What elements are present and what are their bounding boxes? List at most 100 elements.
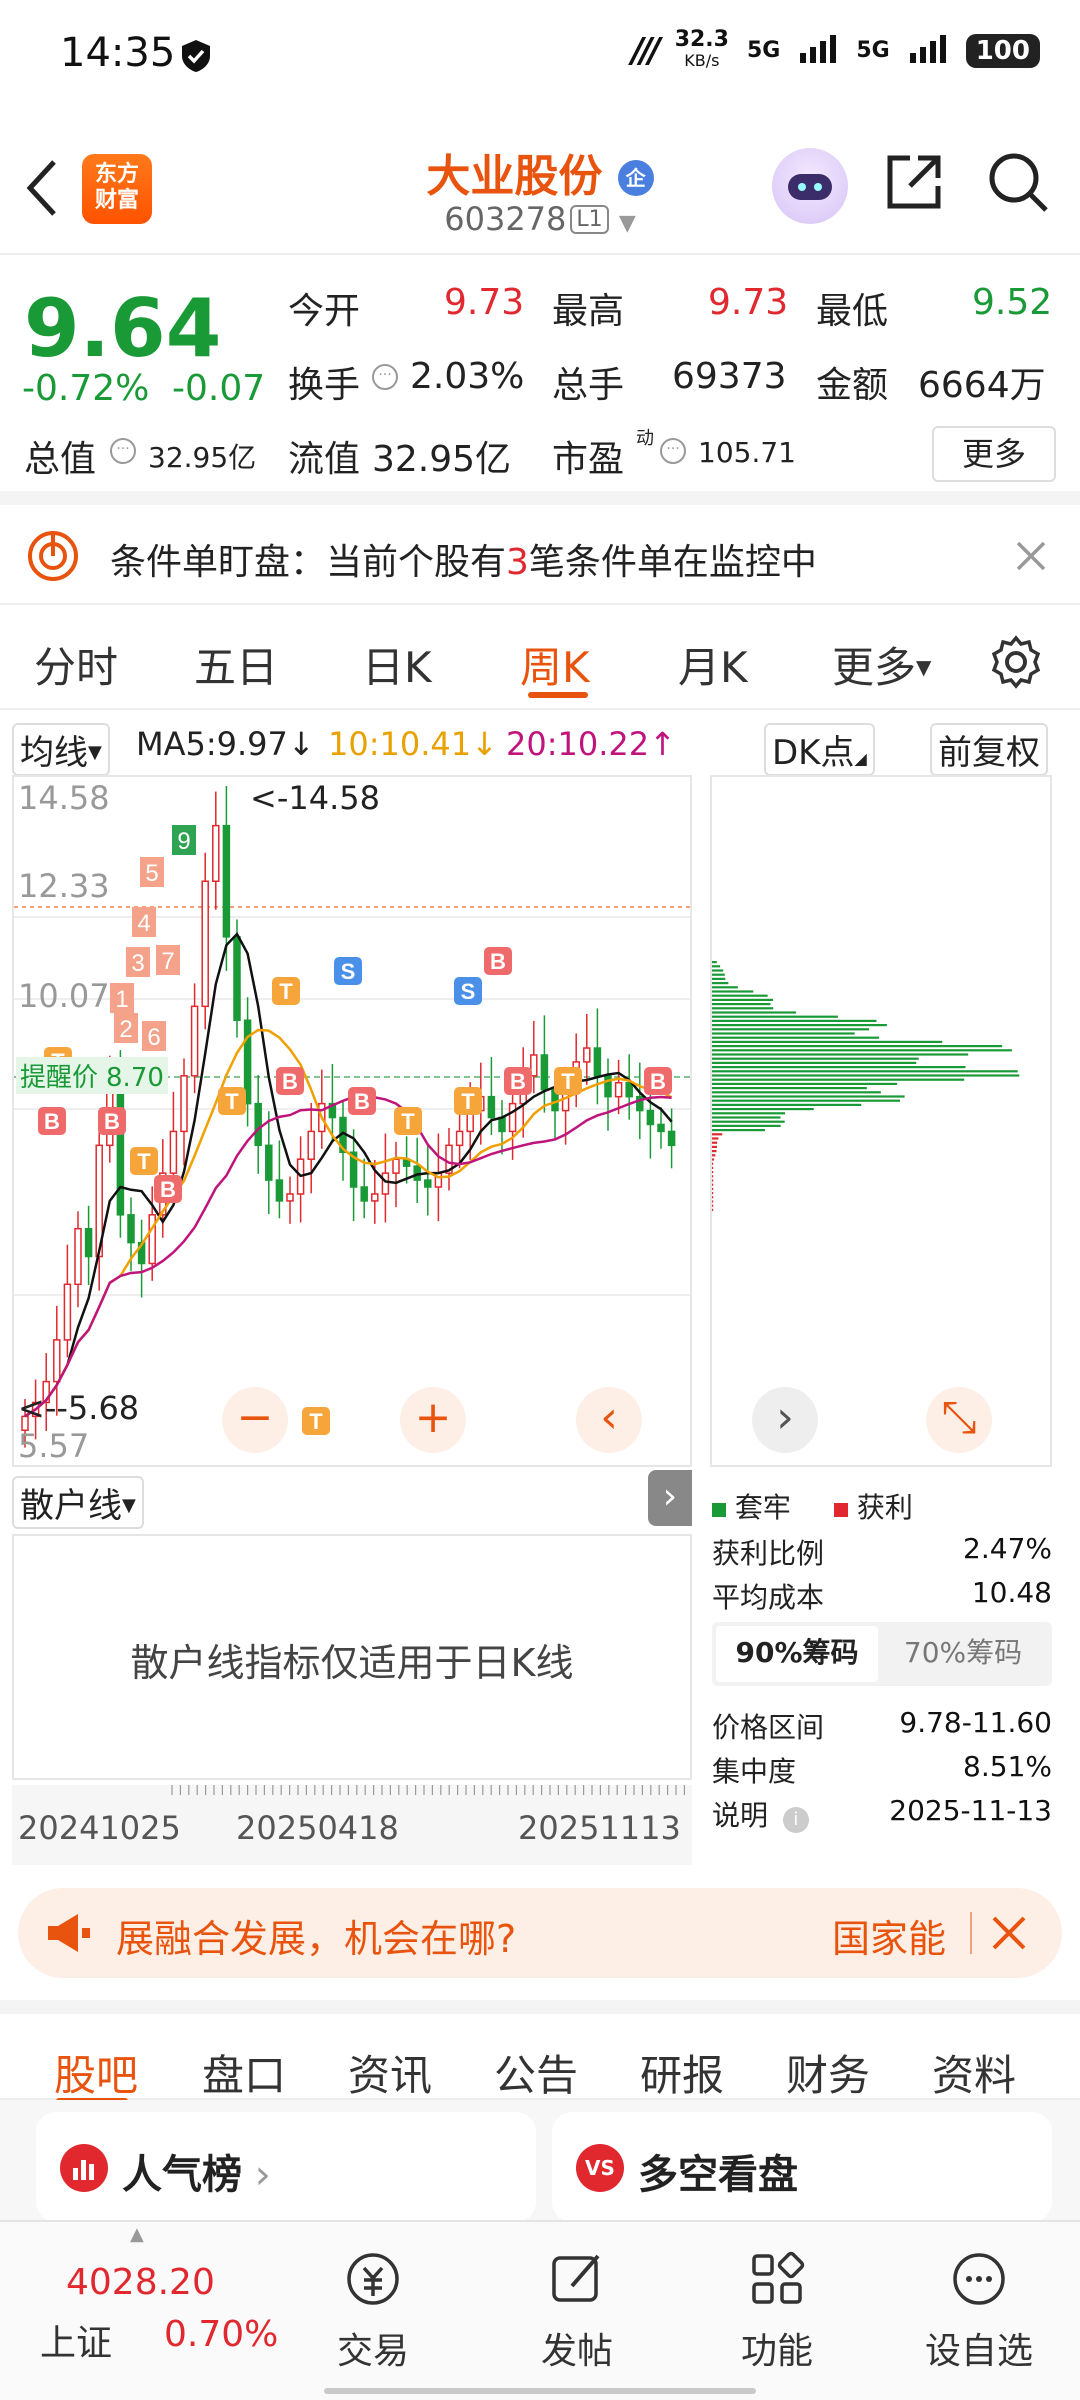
index-value[interactable]: 4028.20 (66, 2262, 215, 2303)
stock-code-text: 603278 (444, 200, 567, 238)
tab-profile[interactable]: 资料 (932, 2042, 1016, 2103)
tab-daily-k[interactable]: 日K (362, 634, 432, 695)
tab-70-chips[interactable]: 70%筹码 (882, 1626, 1044, 1682)
candle-body (667, 1130, 676, 1147)
info-dots-icon[interactable]: ··· (110, 438, 136, 464)
kline-chart[interactable]: BBBTTTTBTSBTTSBTBB95437126 14.58 12.33 1… (12, 775, 692, 1467)
tab-pankou[interactable]: 盘口 (202, 2042, 286, 2103)
expand-right-icon[interactable]: › (648, 1470, 692, 1526)
candle-body (222, 824, 231, 938)
zoom-in-button[interactable]: + (400, 1387, 466, 1453)
home-indicator[interactable] (324, 2388, 756, 2394)
legend-profit: 获利 (834, 1486, 913, 1526)
tab-news[interactable]: 资讯 (348, 2042, 432, 2103)
gear-icon[interactable] (988, 634, 1044, 694)
tab-weekly-k[interactable]: 周K (520, 634, 590, 695)
chip-bar (712, 1171, 714, 1174)
condition-order-bar[interactable]: 条件单盯盘：当前个股有3笔条件单在监控中 (0, 505, 1080, 605)
info-dots-icon[interactable]: ··· (372, 364, 398, 390)
candle-body (265, 1144, 273, 1181)
arrow-down-icon: ↓ (287, 725, 315, 763)
nav-trade[interactable]: 交易 (298, 2248, 448, 2374)
tab-finance[interactable]: 财务 (786, 2042, 870, 2103)
tab-monthly-k[interactable]: 月K (678, 634, 748, 695)
collapse-up-icon[interactable]: ▲ (130, 2224, 144, 2245)
feature-cards: 人气榜 › VS 多空看盘 (0, 2100, 1080, 2222)
chip-bar (712, 1011, 797, 1014)
tab-intraday[interactable]: 分时 (34, 634, 118, 695)
chip-bar (712, 982, 729, 985)
indicator-row: 均线▼ MA5:9.97↓ 10:10.41↓ 20:10.22↑ DK点◢ 前… (0, 715, 1080, 776)
count-marker-label: 3 (131, 950, 144, 977)
turnover-value: 2.03% (410, 356, 525, 397)
popularity-card[interactable]: 人气榜 › (36, 2112, 536, 2222)
signal-tag-label: B (160, 1177, 176, 1202)
ma10-value: 10:10.41↓ (328, 725, 498, 763)
index-change[interactable]: 0.70% (164, 2314, 278, 2355)
promo-banner[interactable]: 展融合发展，机会在哪? 国家能 (18, 1888, 1062, 1978)
mcap-label: 总值 (24, 439, 97, 480)
scroll-right-button[interactable]: › (752, 1387, 818, 1453)
info-icon[interactable]: i (782, 1807, 809, 1833)
last-price: 9.64 (24, 282, 222, 375)
nav-add-watchlist[interactable]: 设自选 (904, 2248, 1054, 2374)
tab-five-day[interactable]: 五日 (194, 634, 278, 695)
tab-90-chips[interactable]: 90%筹码 (716, 1626, 878, 1682)
kline-tabs: 分时 五日 日K 周K 月K 更多▼ (0, 610, 1080, 710)
tab-announcements[interactable]: 公告 (494, 2042, 578, 2103)
more-button[interactable]: 更多 (932, 426, 1056, 482)
candle-body (127, 1214, 135, 1244)
ma-select-label: 均线 (20, 733, 88, 773)
nav-post[interactable]: 发帖 (502, 2248, 652, 2374)
pe-value: 105.71 (698, 436, 796, 469)
chip-bar (712, 1112, 786, 1115)
retail-line-select[interactable]: 散户线▼ (12, 1476, 144, 1529)
chip-bar (712, 998, 774, 1001)
tab-more[interactable]: 更多▼ (832, 634, 931, 695)
candle-body (614, 1082, 623, 1098)
alert-price-tag[interactable]: 提醒价 8.70 (16, 1057, 168, 1094)
status-right: /// 32.3 KB/s 5G 5G 100 (631, 29, 1040, 71)
search-icon[interactable] (986, 150, 1050, 218)
tab-research[interactable]: 研报 (640, 2042, 724, 2103)
share-icon[interactable] (882, 150, 946, 218)
signal-tag-label: T (279, 979, 293, 1004)
candle-body (286, 1193, 294, 1202)
close-icon[interactable] (990, 1914, 1028, 1956)
chip-bar (712, 1116, 781, 1119)
chip-bar (712, 986, 738, 989)
chip-distribution[interactable]: › ⤡ (710, 775, 1052, 1467)
signal-icon (908, 33, 948, 69)
arrow-down-icon: ↓ (471, 725, 498, 763)
tab-guba[interactable]: 股吧 (54, 2042, 138, 2103)
retail-line-label: 散户线 (20, 1486, 122, 1526)
candle-body (540, 1054, 549, 1091)
chip-bar (712, 1129, 765, 1132)
adjust-button[interactable]: 前复权 (930, 723, 1048, 776)
zoom-out-button[interactable]: − (222, 1387, 288, 1453)
count-marker-label: 9 (177, 828, 190, 855)
index-name[interactable]: 上证 (40, 2314, 112, 2366)
chip-stats: 套牢 获利 获利比例 2.47% 平均成本 10.48 90%筹码 70%筹码 … (710, 1470, 1060, 1870)
concentration-row: 集中度 8.51% (712, 1750, 1052, 1790)
ma20-text: 20:10.22 (506, 725, 650, 763)
info-dots-icon[interactable]: ··· (660, 438, 686, 464)
chip-bar (712, 1192, 714, 1195)
chip-bar (712, 1036, 880, 1039)
scroll-left-button[interactable]: ‹ (576, 1387, 642, 1453)
vs-icon: VS (576, 2144, 624, 2192)
ma-select[interactable]: 均线▼ (12, 723, 110, 776)
candle-body (233, 936, 241, 1021)
expand-icon[interactable]: ⤡ (926, 1387, 992, 1453)
bull-bear-card[interactable]: VS 多空看盘 (552, 2112, 1052, 2222)
robot-assistant-icon[interactable] (772, 148, 848, 224)
chip-bar (712, 973, 725, 976)
alert-label: 提醒价 (20, 1063, 99, 1093)
chip-bar (712, 1087, 867, 1090)
time-axis-label: 20251113 (518, 1809, 681, 1847)
nav-functions[interactable]: 功能 (702, 2248, 852, 2374)
bar-chart-icon (60, 2144, 108, 2192)
popularity-title-text: 人气榜 (122, 2152, 242, 2198)
close-icon[interactable] (1014, 539, 1048, 577)
dk-button[interactable]: DK点◢ (764, 723, 875, 776)
